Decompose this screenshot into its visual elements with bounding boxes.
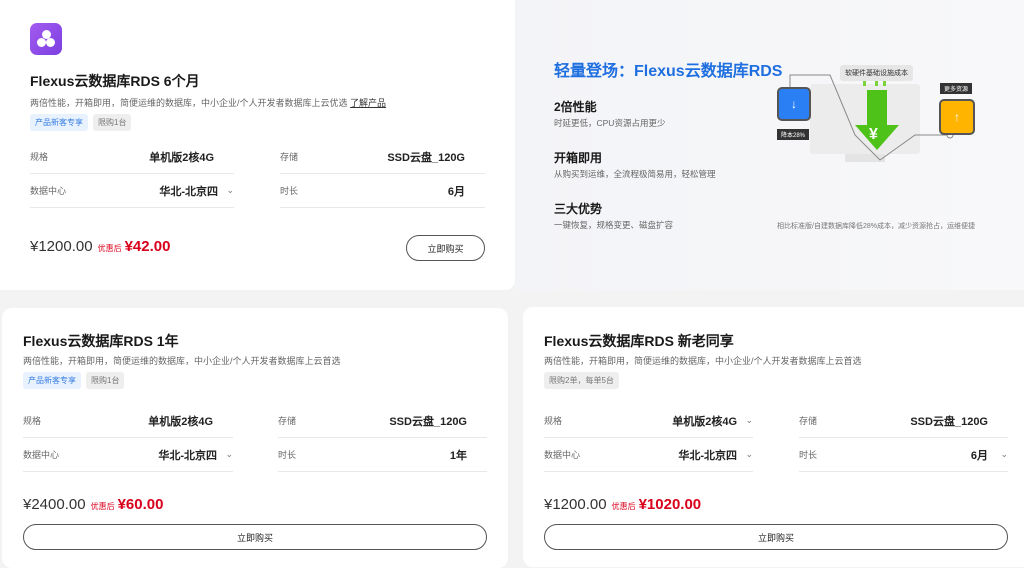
cost-reduction-badge: 降本28% (777, 129, 810, 140)
feature-title: 三大优势 (554, 202, 603, 216)
duration-select[interactable]: 时长 6月 ⌄ (799, 438, 1008, 472)
card-description: 两倍性能，开箱即用，简便运维的数据库，中小企业/个人开发者数据库上云首选 (23, 356, 341, 366)
tag-limit: 限购1台 (86, 372, 125, 389)
chevron-down-icon: ⌄ (745, 449, 753, 459)
spec-select[interactable]: 规格 单机版2核4G ⌄ (544, 404, 753, 438)
storage-field: 存储 SSD云盘_120G (799, 404, 1008, 438)
promo-panel: 轻量登场：Flexus云数据库RDS 2倍性能 时延更低，CPU资源占用更少 开… (515, 0, 1024, 290)
product-card-shared: Flexus云数据库RDS 新老同享 两倍性能，开箱即用，简便运维的数据库，中小… (523, 307, 1024, 567)
tag-new-customer: 产品新客专享 (23, 372, 81, 389)
datacenter-select[interactable]: 数据中心 华北-北京四 ⌄ (544, 438, 753, 472)
feature-desc: 从购买到运维，全流程极简易用，轻松管理 (554, 169, 716, 179)
card-title: Flexus云数据库RDS 1年 (23, 333, 179, 349)
price: ¥1200.00 优惠后 ¥1020.00 (544, 496, 702, 513)
storage-field: 存储 SSD云盘_120G (278, 404, 487, 438)
product-card-6-month: Flexus云数据库RDS 6个月 两倍性能，开箱即用，简便运维的数据库，中小企… (0, 0, 515, 290)
card-description: 两倍性能，开箱即用，简便运维的数据库，中小企业/个人开发者数据库上云首选 (544, 356, 862, 366)
more-resources-badge: 更多资源 (940, 83, 973, 94)
datacenter-select[interactable]: 数据中心 华北-北京四 ⌄ (30, 174, 234, 208)
chevron-down-icon: ⌄ (1000, 449, 1008, 459)
spec-field: 规格 单机版2核4G (30, 140, 234, 174)
cost-bubble: 软硬件基础设施成本 (840, 65, 913, 81)
card-title: Flexus云数据库RDS 6个月 (30, 73, 200, 89)
orange-up-icon: ↑ (939, 99, 975, 135)
feature-title: 2倍性能 (554, 100, 597, 114)
storage-field: 存储 SSD云盘_120G (280, 140, 485, 174)
duration-field: 时长 6月 (280, 174, 485, 208)
feature-desc: 一键恢复，规格变更、磁盘扩容 (554, 220, 674, 230)
chevron-down-icon: ⌄ (226, 185, 234, 195)
yen-icon: ¥ (869, 126, 878, 143)
tag-limit: 限购2单，每单5台 (544, 372, 619, 389)
promo-title: 轻量登场：Flexus云数据库RDS (554, 63, 783, 80)
spec-field: 规格 单机版2核4G (23, 404, 233, 438)
price: ¥2400.00 优惠后 ¥60.00 (23, 496, 164, 513)
learn-more-link[interactable]: 了解产品 (350, 98, 386, 108)
card-title: Flexus云数据库RDS 新老同享 (544, 333, 734, 349)
chevron-down-icon: ⌄ (225, 449, 233, 459)
tag-new-customer: 产品新客专享 (30, 114, 88, 131)
buy-now-button[interactable]: 立即购买 (406, 235, 485, 261)
blue-down-icon: ↓ (777, 87, 811, 121)
product-card-1-year: Flexus云数据库RDS 1年 两倍性能，开箱即用，简便运维的数据库，中小企业… (2, 308, 508, 568)
chevron-down-icon: ⌄ (745, 415, 753, 425)
price: ¥1200.00 优惠后 ¥42.00 (30, 238, 171, 255)
tag-limit: 限购1台 (93, 114, 132, 131)
cost-illustration: ¥ 软硬件基础设施成本 ↓ 降本28% 更多资源 ↑ (765, 60, 995, 230)
feature-desc: 时延更低，CPU资源占用更少 (554, 118, 666, 128)
promo-caption: 相比标准版/自建数据库降低28%成本，减少资源抢占，运维便捷 (777, 223, 975, 230)
rds-logo-icon (30, 23, 62, 55)
buy-now-button[interactable]: 立即购买 (544, 524, 1008, 550)
duration-field: 时长 1年 (278, 438, 487, 472)
buy-now-button[interactable]: 立即购买 (23, 524, 487, 550)
feature-title: 开箱即用 (554, 151, 603, 165)
card-description: 两倍性能，开箱即用，简便运维的数据库，中小企业/个人开发者数据库上云优选 了解产… (30, 98, 387, 108)
datacenter-select[interactable]: 数据中心 华北-北京四 ⌄ (23, 438, 233, 472)
